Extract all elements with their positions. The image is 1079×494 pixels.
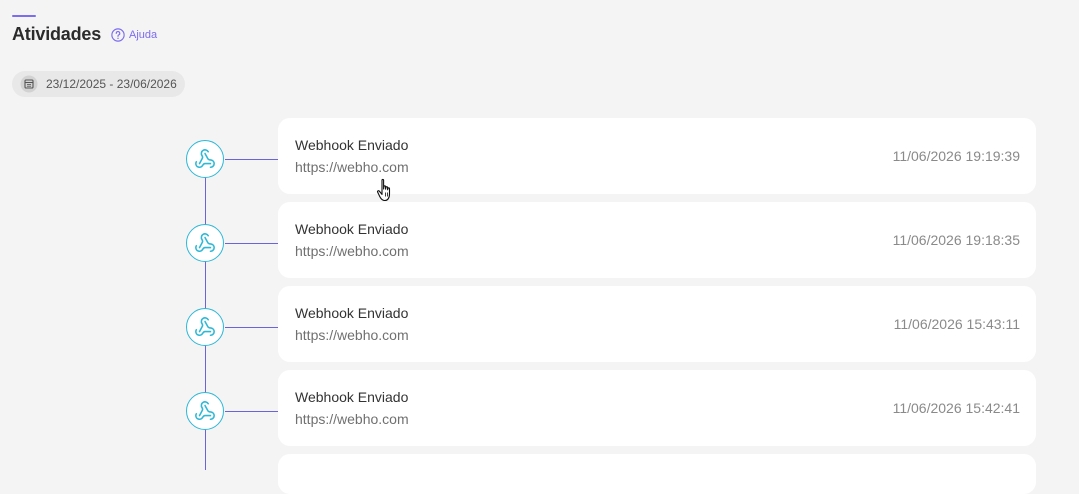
activity-item: Webhook Enviado https://webho.com 11/06/… bbox=[0, 118, 1079, 194]
activity-timestamp: 11/06/2026 15:42:41 bbox=[892, 400, 1020, 416]
page-title: Atividades bbox=[12, 24, 102, 44]
activity-item: Webhook Enviado https://webho.com 11/06/… bbox=[0, 202, 1079, 278]
activity-timestamp: 11/06/2026 19:18:35 bbox=[892, 232, 1020, 248]
activity-item: Webhook Enviado https://webho.com 11/06/… bbox=[0, 370, 1079, 446]
activity-card[interactable]: Webhook Enviado https://webho.com 11/06/… bbox=[278, 370, 1036, 446]
activity-url: https://webho.com bbox=[295, 159, 409, 175]
date-range-text: 23/12/2025 - 23/06/2026 bbox=[46, 77, 177, 91]
activity-card[interactable]: Webhook Enviado https://webho.com 11/06/… bbox=[278, 118, 1036, 194]
activity-card[interactable]: Webhook Enviado https://webho.com 11/06/… bbox=[278, 202, 1036, 278]
webhook-node bbox=[186, 308, 224, 346]
timeline-connector bbox=[225, 411, 278, 412]
activity-url: https://webho.com bbox=[295, 411, 409, 427]
activity-title: Webhook Enviado bbox=[295, 305, 409, 321]
activity-title: Webhook Enviado bbox=[295, 389, 409, 405]
timeline-connector bbox=[225, 159, 278, 160]
webhook-icon bbox=[195, 233, 215, 253]
title-accent-bar bbox=[12, 15, 36, 17]
webhook-node bbox=[186, 224, 224, 262]
help-link[interactable]: Ajuda bbox=[111, 27, 158, 42]
webhook-node bbox=[186, 392, 224, 430]
activity-card-partial[interactable] bbox=[278, 454, 1036, 494]
webhook-icon bbox=[195, 401, 215, 421]
date-range-filter[interactable]: 23/12/2025 - 23/06/2026 bbox=[12, 71, 185, 97]
activity-item: Webhook Enviado https://webho.com 11/06/… bbox=[0, 286, 1079, 362]
activity-title: Webhook Enviado bbox=[295, 221, 409, 237]
calendar-icon bbox=[20, 75, 38, 93]
activity-card[interactable]: Webhook Enviado https://webho.com 11/06/… bbox=[278, 286, 1036, 362]
help-label: Ajuda bbox=[129, 28, 158, 41]
activity-url: https://webho.com bbox=[295, 243, 409, 259]
webhook-node bbox=[186, 140, 224, 178]
webhook-icon bbox=[195, 317, 215, 337]
timeline-connector bbox=[225, 327, 278, 328]
activity-timestamp: 11/06/2026 19:19:39 bbox=[892, 148, 1020, 164]
activity-timestamp: 11/06/2026 15:43:11 bbox=[893, 316, 1020, 332]
activity-url: https://webho.com bbox=[295, 327, 409, 343]
webhook-icon bbox=[195, 149, 215, 169]
help-circle-icon bbox=[111, 27, 125, 42]
timeline-connector bbox=[225, 243, 278, 244]
activity-title: Webhook Enviado bbox=[295, 137, 409, 153]
page-header: Atividades Ajuda bbox=[12, 24, 157, 45]
